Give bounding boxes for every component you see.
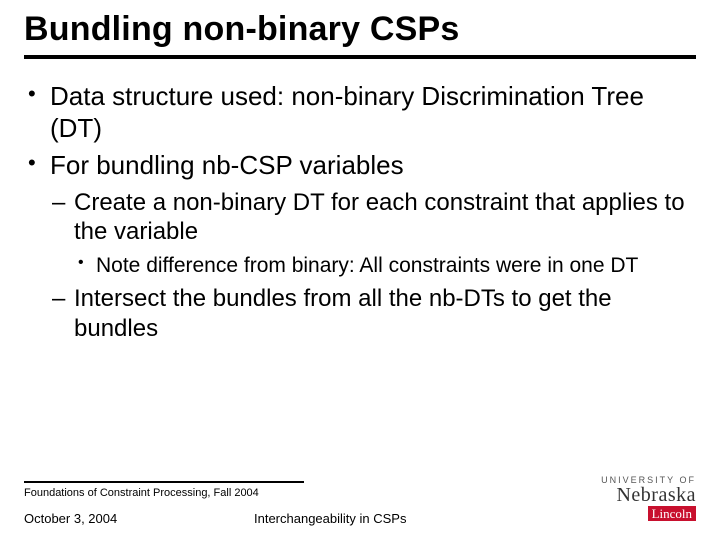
bullet-text: Note difference from binary: All constra… — [96, 254, 638, 277]
footer-date: October 3, 2004 — [24, 511, 254, 526]
sub-sub-bullet-list: Note difference from binary: All constra… — [74, 253, 696, 279]
slide: Bundling non-binary CSPs Data structure … — [0, 0, 720, 343]
logo-sub-text: Lincoln — [648, 506, 696, 521]
sub-bullet-item: Create a non-binary DT for each constrai… — [50, 188, 696, 278]
bullet-item: For bundling nb-CSP variables Create a n… — [24, 150, 696, 342]
university-logo: UNIVERSITY OF Nebraska Lincoln — [601, 476, 696, 522]
footer-rule — [24, 481, 304, 483]
logo-main-text: Nebraska — [601, 485, 696, 505]
slide-title: Bundling non-binary CSPs — [24, 10, 696, 49]
title-underline — [24, 55, 696, 59]
sub-bullet-list: Create a non-binary DT for each constrai… — [50, 188, 696, 343]
bullet-text: Data structure used: non-binary Discrimi… — [50, 81, 644, 143]
course-label: Foundations of Constraint Processing, Fa… — [24, 487, 696, 499]
footer: Foundations of Constraint Processing, Fa… — [24, 481, 696, 526]
bullet-text: Create a non-binary DT for each constrai… — [74, 189, 685, 245]
footer-row: October 3, 2004 Interchangeability in CS… — [24, 511, 696, 526]
bullet-item: Data structure used: non-binary Discrimi… — [24, 81, 696, 144]
sub-sub-bullet-item: Note difference from binary: All constra… — [74, 253, 696, 279]
bullet-list: Data structure used: non-binary Discrimi… — [24, 81, 696, 343]
sub-bullet-item: Intersect the bundles from all the nb-DT… — [50, 284, 696, 343]
bullet-text: For bundling nb-CSP variables — [50, 150, 404, 180]
bullet-text: Intersect the bundles from all the nb-DT… — [74, 285, 612, 341]
